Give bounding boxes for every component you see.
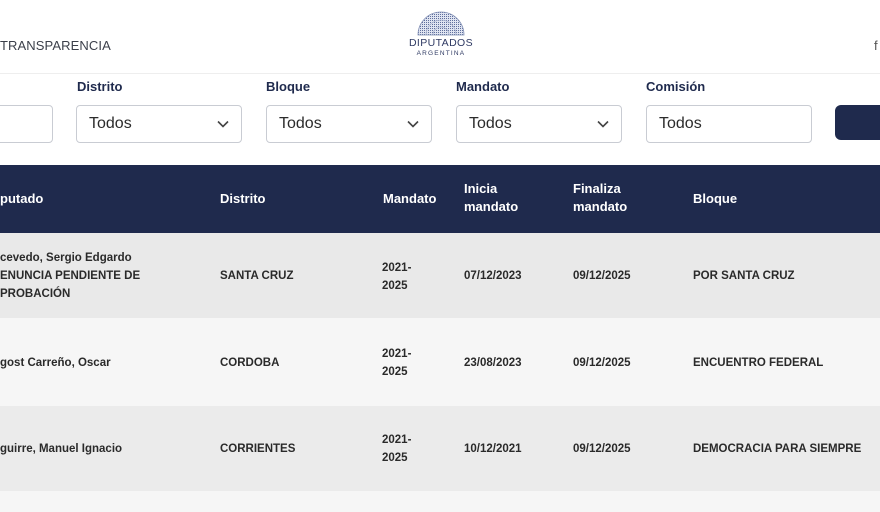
finaliza-cell: 09/12/2025 bbox=[573, 443, 631, 455]
chevron-down-icon bbox=[407, 120, 419, 128]
comision-select-value: Todos bbox=[659, 115, 702, 132]
search-button[interactable] bbox=[835, 105, 880, 140]
table-row[interactable] bbox=[0, 491, 880, 512]
mandato-select[interactable]: Todos bbox=[456, 105, 622, 143]
table-row[interactable]: gost Carreño, Oscar CORDOBA 2021- 2025 2… bbox=[0, 318, 880, 406]
finaliza-cell: 09/12/2025 bbox=[573, 270, 631, 282]
column-header-finaliza[interactable]: Finaliza mandato bbox=[573, 180, 627, 216]
logo-subtitle: ARGENTINA bbox=[416, 50, 466, 57]
mandato-cell: 2021- 2025 bbox=[382, 345, 411, 381]
bloque-select[interactable]: Todos bbox=[266, 105, 432, 143]
column-header-finaliza-line1: Finaliza bbox=[573, 181, 621, 196]
mandato-cell-line1: 2021- bbox=[382, 348, 412, 360]
mandato-cell-line1: 2021- bbox=[382, 262, 412, 274]
table-row[interactable]: guirre, Manuel Ignacio CORRIENTES 2021- … bbox=[0, 406, 880, 491]
distrito-select[interactable]: Todos bbox=[76, 105, 242, 143]
diputado-name[interactable]: cevedo, Sergio Edgardo ENUNCIA PENDIENTE… bbox=[0, 249, 140, 303]
diputado-name-line1: cevedo, Sergio Edgardo bbox=[0, 252, 132, 264]
diputado-name[interactable]: gost Carreño, Oscar bbox=[0, 354, 111, 372]
bloque-select-value: Todos bbox=[279, 115, 322, 132]
chevron-down-icon bbox=[597, 120, 609, 128]
mandato-cell: 2021- 2025 bbox=[382, 259, 411, 295]
finaliza-cell: 09/12/2025 bbox=[573, 357, 631, 369]
mandato-cell-line2: 2025 bbox=[382, 452, 408, 464]
column-header-diputado[interactable]: putado bbox=[0, 190, 43, 208]
distrito-cell: SANTA CRUZ bbox=[220, 270, 294, 282]
logo-fan-icon bbox=[417, 11, 465, 36]
inicia-cell: 10/12/2021 bbox=[464, 443, 522, 455]
filter-label-distrito: Distrito bbox=[77, 79, 123, 94]
column-header-inicia[interactable]: Inicia mandato bbox=[464, 180, 518, 216]
logo-title: DIPUTADOS bbox=[408, 37, 474, 49]
search-input[interactable] bbox=[0, 105, 53, 143]
filter-label-mandato: Mandato bbox=[456, 79, 510, 94]
nav-link-transparencia[interactable]: TRANSPARENCIA bbox=[0, 38, 111, 53]
mandato-select-value: Todos bbox=[469, 115, 512, 132]
site-logo[interactable]: DIPUTADOS ARGENTINA bbox=[400, 4, 482, 62]
diputado-name[interactable]: guirre, Manuel Ignacio bbox=[0, 440, 122, 458]
mandato-cell-line2: 2025 bbox=[382, 280, 408, 292]
diputado-status-line1: ENUNCIA PENDIENTE DE bbox=[0, 270, 141, 282]
comision-select[interactable]: Todos bbox=[646, 105, 812, 143]
bloque-cell: DEMOCRACIA PARA SIEMPRE bbox=[693, 443, 862, 455]
bloque-cell: ENCUENTRO FEDERAL bbox=[693, 357, 824, 369]
diputado-status-line2: PROBACIÓN bbox=[0, 288, 71, 300]
filter-label-bloque: Bloque bbox=[266, 79, 311, 94]
column-header-bloque[interactable]: Bloque bbox=[693, 190, 737, 208]
filter-label-comision: Comisión bbox=[646, 79, 706, 94]
column-header-distrito[interactable]: Distrito bbox=[220, 190, 266, 208]
column-header-inicia-line1: Inicia bbox=[464, 181, 498, 196]
top-navbar: TRANSPARENCIA DIPUTADOS ARGENTINA f bbox=[0, 0, 880, 74]
facebook-icon[interactable]: f bbox=[874, 38, 878, 53]
distrito-cell: CORDOBA bbox=[220, 357, 280, 369]
distrito-select-value: Todos bbox=[89, 115, 132, 132]
mandato-cell-line1: 2021- bbox=[382, 434, 412, 446]
mandato-cell-line2: 2025 bbox=[382, 366, 408, 378]
bloque-cell: POR SANTA CRUZ bbox=[693, 270, 795, 282]
column-header-inicia-line2: mandato bbox=[464, 199, 519, 214]
column-header-finaliza-line2: mandato bbox=[573, 199, 628, 214]
chevron-down-icon bbox=[217, 120, 229, 128]
table-row[interactable]: cevedo, Sergio Edgardo ENUNCIA PENDIENTE… bbox=[0, 233, 880, 318]
column-header-mandato[interactable]: Mandato bbox=[383, 190, 436, 208]
distrito-cell: CORRIENTES bbox=[220, 443, 296, 455]
inicia-cell: 23/08/2023 bbox=[464, 357, 522, 369]
table-header: putado Distrito Mandato Inicia mandato F… bbox=[0, 165, 880, 233]
mandato-cell: 2021- 2025 bbox=[382, 431, 411, 467]
inicia-cell: 07/12/2023 bbox=[464, 270, 522, 282]
